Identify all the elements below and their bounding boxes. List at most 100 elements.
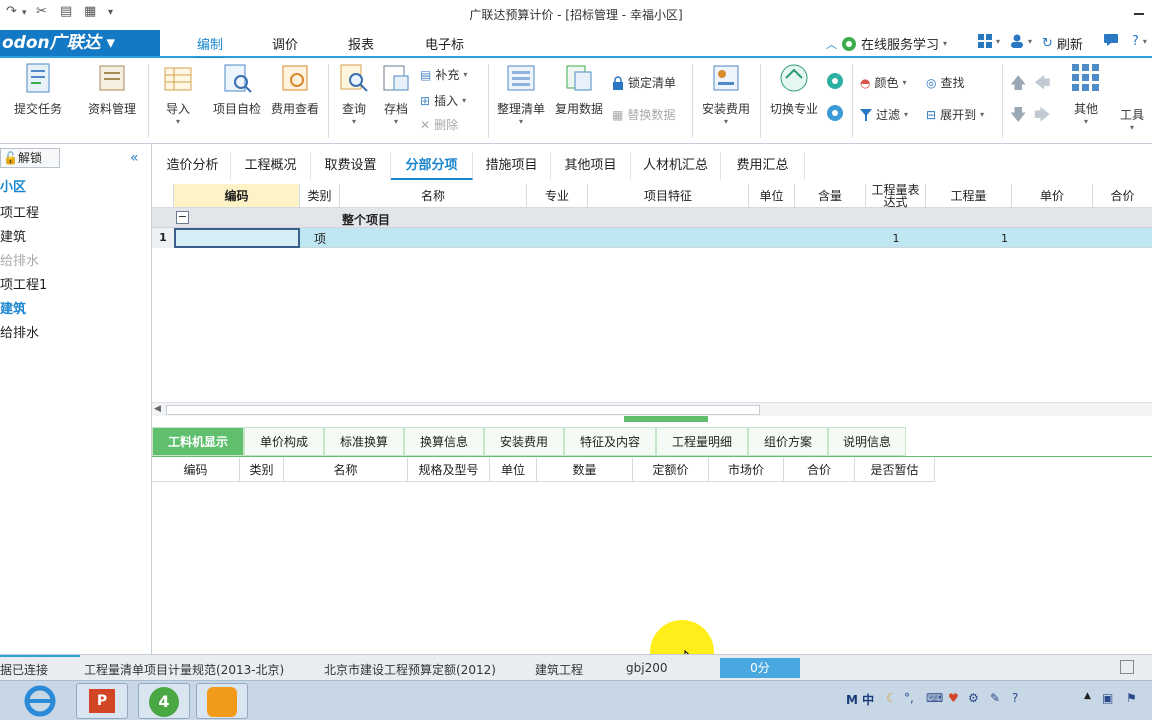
tree-item-project-1[interactable]: 项工程1 xyxy=(0,274,47,293)
help-tray-icon[interactable]: ? xyxy=(1012,691,1018,705)
type-cell[interactable]: 项 xyxy=(300,230,340,247)
tab-other-items[interactable]: 其他项目 xyxy=(551,152,631,180)
query-button[interactable]: 查询 ▾ xyxy=(336,62,372,126)
install-fee-button[interactable]: 安装费用 ▾ xyxy=(698,62,754,126)
col-qty-expr-header[interactable]: 工程量表达式 xyxy=(866,184,926,208)
tab-reports[interactable]: 报表 xyxy=(346,34,376,53)
filter-button[interactable]: 过滤 ▾ xyxy=(860,106,908,123)
tab-measures[interactable]: 措施项目 xyxy=(473,152,551,180)
collapse-ribbon-icon[interactable]: ︿ xyxy=(826,36,837,52)
glodon-task-button[interactable] xyxy=(196,683,248,719)
user-menu[interactable]: ▾ xyxy=(1010,34,1032,48)
flag-icon[interactable]: ⚑ xyxy=(1126,691,1137,705)
tree-item-drainage-2[interactable]: 给排水 xyxy=(0,322,39,341)
tree-item-building[interactable]: 建筑 xyxy=(0,226,26,245)
horizontal-scrollbar[interactable]: ◀ xyxy=(152,402,1152,416)
tools-button[interactable]: 工具 ▾ xyxy=(1114,106,1150,132)
col-code-header[interactable]: 编码 xyxy=(174,184,300,208)
col-total-header[interactable]: 合价 xyxy=(1093,184,1152,208)
bottom-col-total[interactable]: 合价 xyxy=(784,458,855,482)
tree-item-drainage[interactable]: 给排水 xyxy=(0,250,39,269)
import-button[interactable]: 导入 ▾ xyxy=(158,62,198,126)
civil-major-icon[interactable] xyxy=(826,72,844,90)
qty-expr-cell[interactable]: 1 xyxy=(866,232,926,245)
app4-task-button[interactable]: 4 xyxy=(138,683,190,719)
switch-major-button[interactable]: 切换专业 xyxy=(766,62,822,117)
tab-fee-settings[interactable]: 取费设置 xyxy=(311,152,391,180)
table-row[interactable]: 1 项 1 1 xyxy=(152,228,1152,248)
online-service-button[interactable]: 在线服务学习 xyxy=(861,34,939,53)
submit-task-button[interactable]: 提交任务 xyxy=(10,62,66,117)
tab-standard-conversion[interactable]: 标准换算 xyxy=(324,427,404,456)
expand-to-button[interactable]: ⊟ 展开到 ▾ xyxy=(926,106,984,123)
ie-icon[interactable] xyxy=(24,685,56,717)
col-content-header[interactable]: 含量 xyxy=(795,184,866,208)
network-icon[interactable]: ▣ xyxy=(1102,691,1113,705)
move-up-icon[interactable]: 🡅 xyxy=(1010,72,1026,99)
bottom-col-unit[interactable]: 单位 xyxy=(490,458,537,482)
bottom-col-provisional[interactable]: 是否暂估 xyxy=(855,458,935,482)
move-down-icon[interactable]: 🡇 xyxy=(1010,104,1026,131)
move-right-icon[interactable]: 🡆 xyxy=(1034,104,1051,131)
punctuation-icon[interactable]: °, xyxy=(904,691,914,705)
tab-adjust-price[interactable]: 调价 xyxy=(270,34,300,53)
bottom-col-market-price[interactable]: 市场价 xyxy=(709,458,784,482)
collapse-panel-icon[interactable]: « xyxy=(130,150,139,166)
collapse-toggle-icon[interactable]: − xyxy=(176,211,189,224)
tab-edit[interactable]: 编制 xyxy=(195,34,225,59)
tab-e-bid[interactable]: 电子标 xyxy=(422,34,467,53)
qty-cell[interactable]: 1 xyxy=(926,232,1008,245)
bottom-col-quantity[interactable]: 数量 xyxy=(537,458,633,482)
insert-button[interactable]: ⊞ 插入 ▾ xyxy=(420,92,466,109)
scrollbar-thumb[interactable] xyxy=(166,405,760,415)
supplement-button[interactable]: ▤ 补充 ▾ xyxy=(420,66,467,83)
code-cell-input[interactable] xyxy=(174,228,300,248)
tools-icon[interactable]: ✎ xyxy=(990,691,1000,705)
fee-view-button[interactable]: 费用查看 xyxy=(268,62,322,117)
tab-fee-summary[interactable]: 费用汇总 xyxy=(721,152,805,180)
col-unit-price-header[interactable]: 单价 xyxy=(1012,184,1093,208)
splitter-handle[interactable] xyxy=(624,416,708,422)
bottom-col-quota-price[interactable]: 定额价 xyxy=(633,458,709,482)
keyboard-icon[interactable]: ⌨ xyxy=(926,691,943,705)
tab-sub-items[interactable]: 分部分项 xyxy=(391,152,473,180)
ime-indicator[interactable]: M 中 xyxy=(846,691,874,708)
minimize-icon[interactable] xyxy=(1126,2,1152,24)
tab-pricing-plan[interactable]: 组价方案 xyxy=(748,427,828,456)
bottom-col-name[interactable]: 名称 xyxy=(284,458,408,482)
lock-list-button[interactable]: 锁定清单 xyxy=(612,74,676,91)
install-major-icon[interactable] xyxy=(826,104,844,122)
tab-features-content[interactable]: 特征及内容 xyxy=(564,427,656,456)
skin-icon[interactable]: ♥ xyxy=(948,691,959,705)
col-major-header[interactable]: 专业 xyxy=(527,184,588,208)
replace-data-button[interactable]: ▦ 替换数据 xyxy=(612,106,675,123)
other-button[interactable]: 其他 ▾ xyxy=(1066,62,1106,126)
refresh-button[interactable]: ↻ 刷新 xyxy=(1042,34,1083,53)
tray-expand-icon[interactable]: ▲ xyxy=(1084,691,1091,701)
col-qty-header[interactable]: 工程量 xyxy=(926,184,1012,208)
layout-switch[interactable]: ▾ xyxy=(978,34,1000,48)
app-logo[interactable]: odon广联达 ▾ xyxy=(0,30,160,56)
color-button[interactable]: ◓ 颜色 ▾ xyxy=(860,74,907,91)
col-features-header[interactable]: 项目特征 xyxy=(588,184,749,208)
powerpoint-task-button[interactable]: P xyxy=(76,683,128,719)
restore-icon[interactable] xyxy=(1120,660,1134,674)
find-button[interactable]: ◎ 查找 xyxy=(926,74,965,91)
tab-labor-material-display[interactable]: 工料机显示 xyxy=(152,427,244,456)
tab-notes[interactable]: 说明信息 xyxy=(828,427,906,456)
tree-item-community[interactable]: 小区 xyxy=(0,176,26,195)
tab-conversion-info[interactable]: 换算信息 xyxy=(404,427,484,456)
move-left-icon[interactable]: 🡄 xyxy=(1034,72,1051,99)
group-row[interactable]: − 整个项目 xyxy=(152,208,1152,228)
bottom-col-type[interactable]: 类别 xyxy=(240,458,284,482)
scroll-left-icon[interactable]: ◀ xyxy=(154,404,161,414)
tree-item-project[interactable]: 项工程 xyxy=(0,202,39,221)
settings-icon[interactable]: ⚙ xyxy=(968,691,979,705)
tree-item-building-selected[interactable]: 建筑 xyxy=(0,298,26,317)
col-type-header[interactable]: 类别 xyxy=(300,184,340,208)
reuse-data-button[interactable]: 复用数据 xyxy=(552,62,606,117)
archive-button[interactable]: 存档 ▾ xyxy=(378,62,414,126)
tab-cost-analysis[interactable]: 造价分析 xyxy=(155,152,231,180)
tab-project-overview[interactable]: 工程概况 xyxy=(231,152,311,180)
organize-list-button[interactable]: 整理清单 ▾ xyxy=(494,62,548,126)
